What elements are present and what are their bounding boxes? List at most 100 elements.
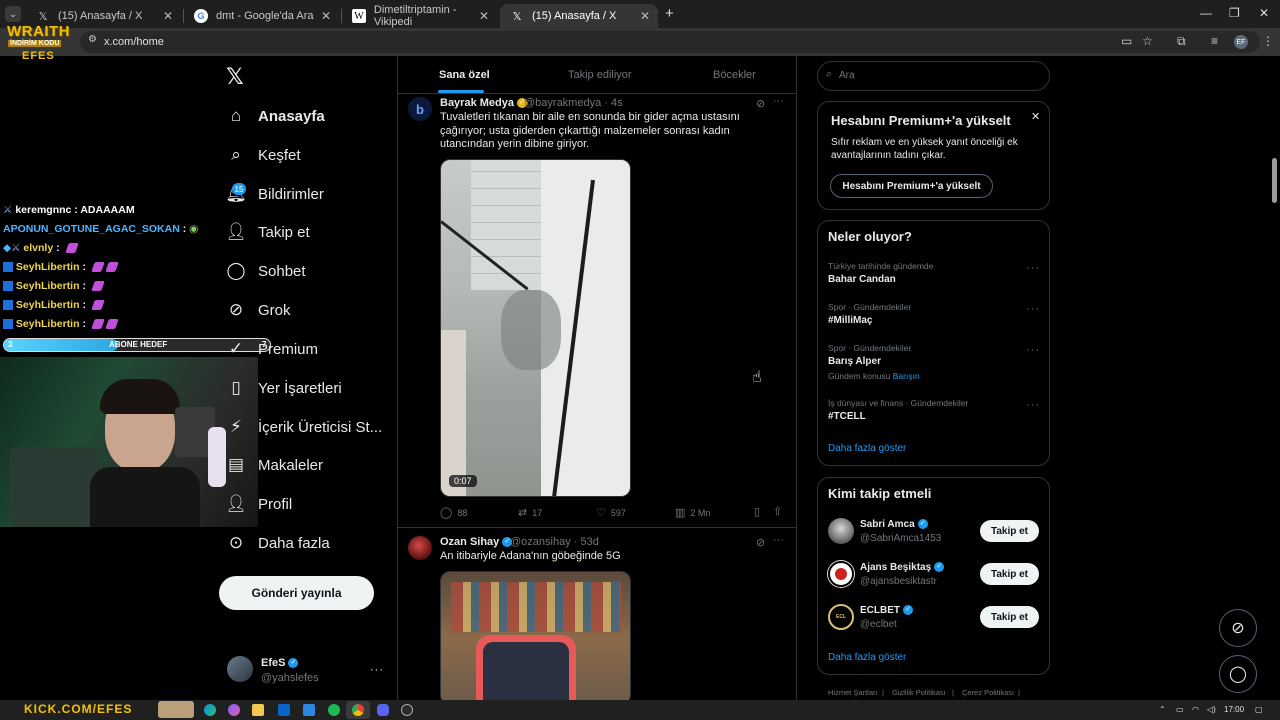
notifications-icon[interactable]: ▢ [1255,705,1263,714]
nav-chat[interactable]: ◯ Sohbet [226,256,305,286]
minimize-button[interactable]: — [1200,6,1212,20]
nav-creator-studio[interactable]: ⚡ İçerik Üreticisi St... [226,412,382,442]
edge-icon[interactable] [204,704,216,716]
nav-profile[interactable]: 👤︎ Profil [225,489,292,519]
emote-icon [91,319,105,330]
system-clock[interactable]: 17:00 [1224,705,1244,714]
nav-premium[interactable]: ✓ Premium [226,334,318,364]
follow-button[interactable]: Takip et [980,606,1039,628]
cast-icon[interactable]: ▭ [1121,34,1132,48]
follow-button[interactable]: Takip et [980,563,1039,585]
trend-more-icon[interactable]: ··· [1026,303,1040,315]
follow-button[interactable]: Takip et [980,520,1039,542]
reading-list-icon[interactable]: ≡ [1211,34,1218,48]
trends-show-more-link[interactable]: Daha fazla göster [828,443,906,454]
nav-grok[interactable]: ⊘ Grok [226,295,291,325]
file-explorer-icon[interactable] [252,704,264,716]
post-author-name[interactable]: Ozan Sihay ✓ [440,536,513,548]
grok-icon[interactable]: ⊘ [756,536,765,549]
close-icon[interactable]: ✕ [479,9,489,23]
post-button[interactable]: Gönderi yayınla [219,576,374,610]
copilot-icon[interactable] [228,704,240,716]
page-scrollbar[interactable] [1272,158,1277,203]
close-icon[interactable]: ✕ [640,9,650,23]
bookmark-icon[interactable]: ▯ [754,505,760,518]
post-more-icon[interactable]: ··· [773,534,784,546]
volume-icon[interactable]: ◁) [1207,705,1216,714]
nav-home[interactable]: ⌂ Anasayfa [226,101,325,131]
trend-more-icon[interactable]: ··· [1026,399,1040,411]
trend-topic-link[interactable]: Barışın [893,371,920,381]
browser-tab-active[interactable]: 𝕏 (15) Anasayfa / X ✕ [500,4,658,28]
browser-menu-icon[interactable]: ⋮ [1262,34,1274,48]
avatar[interactable] [828,518,854,544]
discord-icon[interactable] [377,704,389,716]
premium-upgrade-button[interactable]: Hesabını Premium+'a yükselt [830,174,993,198]
tray-chevron-icon[interactable]: ⌃ [1159,705,1166,714]
url-text[interactable]: x.com/home [104,36,164,48]
grok-fab-button[interactable]: ⊘ [1219,609,1257,647]
follow-show-more-link[interactable]: Daha fazla göster [828,652,906,663]
avatar[interactable] [408,536,432,560]
post-image[interactable] [440,571,631,705]
tab-search-button[interactable]: ⌄ [5,6,21,22]
post-video[interactable]: 0:07 [440,159,631,497]
trend-item[interactable]: Bahar Candan [828,274,896,285]
repost-button[interactable]: ⇄ 17 [518,506,542,519]
views-button[interactable]: ▥ 2 Mn [675,506,710,519]
messages-fab-button[interactable]: ◯ [1219,655,1257,693]
emote-icon [91,281,105,292]
trend-item[interactable]: #TCELL [828,411,866,422]
post-author-name[interactable]: Bayrak Medya ✓ [440,97,527,109]
address-bar[interactable] [80,31,1260,53]
avatar[interactable]: ECL [828,604,854,630]
obs-icon[interactable] [401,704,413,716]
onedrive-icon[interactable] [303,704,315,716]
badge-icon: ⚔ [3,204,13,216]
footer-link-terms[interactable]: Hizmet Şartları [828,688,878,697]
extensions-icon[interactable]: ⧉ [1177,34,1186,49]
close-window-button[interactable]: ✕ [1259,6,1269,20]
like-button[interactable]: ♡ 597 [596,506,626,519]
nav-explore[interactable]: ⌕ Keşfet [226,140,300,170]
nav-follow[interactable]: 👤︎ Takip et [225,217,310,247]
footer-link-privacy[interactable]: Gizlilik Politikası [892,688,946,697]
post-more-icon[interactable]: ··· [773,95,784,107]
tab-for-you[interactable]: Sana özel [439,69,490,81]
x-logo-icon[interactable]: 𝕏 [226,64,244,90]
browser-tab[interactable]: W Dimetiltriptamin - Vikipedi ✕ [342,4,497,28]
wifi-icon[interactable]: ◠ [1192,705,1199,714]
network-icon[interactable]: ▭ [1176,705,1184,714]
nav-more[interactable]: ⊙ Daha fazla [226,528,330,558]
new-tab-button[interactable]: + [665,5,674,22]
tab-following[interactable]: Takip ediliyor [568,69,632,81]
avatar[interactable]: b [408,97,432,121]
suggested-user-name[interactable]: ECLBET ✓ [860,605,913,616]
reply-button[interactable]: ◯ 88 [440,506,467,519]
suggested-user-name[interactable]: Sabri Amca ✓ [860,519,928,530]
close-icon[interactable]: ✕ [1031,110,1040,123]
share-icon[interactable]: ⇧ [773,505,782,518]
close-icon[interactable]: ✕ [163,9,173,23]
chrome-icon[interactable] [352,704,364,716]
nav-bookmarks[interactable]: ▯ Yer İşaretleri [226,373,341,403]
restore-button[interactable]: ❐ [1229,6,1240,20]
trend-item[interactable]: #MilliMaç [828,315,872,326]
browser-tab[interactable]: G dmt - Google'da Ara ✕ [184,4,339,28]
trend-item[interactable]: Barış Alper [828,356,881,367]
site-info-icon[interactable]: ⚙ [88,34,97,45]
grok-icon[interactable]: ⊘ [756,97,765,110]
avatar[interactable] [828,561,854,587]
account-more-icon[interactable]: ··· [370,664,384,676]
profile-avatar-icon[interactable]: EF [1234,35,1248,49]
trend-more-icon[interactable]: ··· [1026,262,1040,274]
close-icon[interactable]: ✕ [321,9,331,23]
trend-more-icon[interactable]: ··· [1026,344,1040,356]
tab-bugs[interactable]: Böcekler [713,69,756,81]
bookmark-star-icon[interactable]: ☆ [1142,34,1153,48]
outlook-icon[interactable] [278,704,290,716]
nav-articles[interactable]: ▤ Makaleler [226,450,323,480]
suggested-user-name[interactable]: Ajans Beşiktaş ✓ [860,562,945,573]
footer-link-cookies[interactable]: Çerez Politikası [962,688,1014,697]
spotify-icon[interactable] [328,704,340,716]
